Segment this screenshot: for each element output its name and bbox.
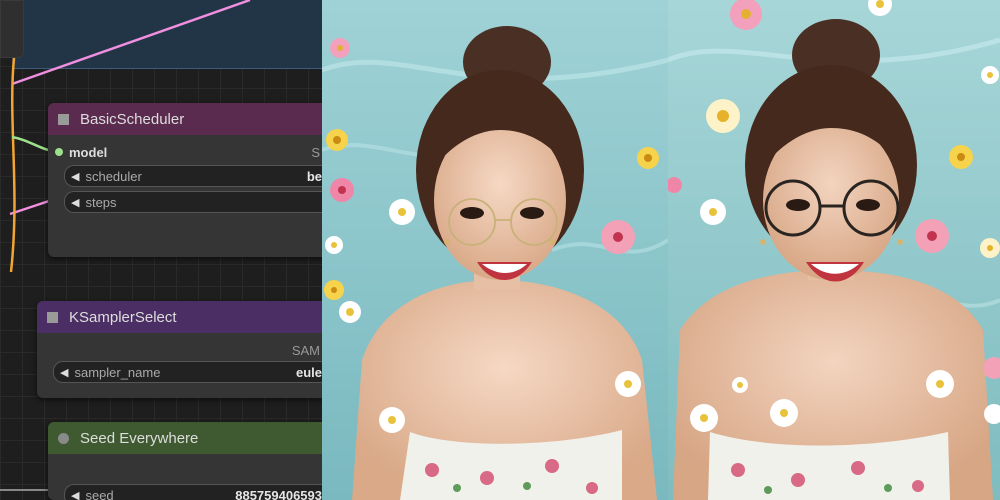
basic-scheduler-header[interactable]: BasicScheduler xyxy=(48,103,322,135)
node-title: BasicScheduler xyxy=(80,110,185,128)
arrow-left-icon[interactable]: ◀ xyxy=(71,170,79,183)
seed-widget[interactable]: ◀ seed 885759406593 xyxy=(64,484,322,500)
model-input-slot[interactable]: model S xyxy=(48,141,322,163)
girl-round-glasses-pool-photo xyxy=(668,0,1000,500)
scheduler-widget[interactable]: ◀ scheduler be xyxy=(64,165,322,187)
widget-label: scheduler xyxy=(85,168,142,184)
widget-label: sampler_name xyxy=(74,364,161,380)
node-canvas[interactable]: BasicScheduler model S ◀ scheduler be ◀ … xyxy=(0,0,322,500)
arrow-left-icon[interactable]: ◀ xyxy=(71,196,79,209)
widget-value: 885759406593 xyxy=(235,487,322,500)
ksampler-select-node[interactable]: KSamplerSelect SAM ◀ sampler_name eule xyxy=(37,301,322,398)
link-pink-top xyxy=(11,0,251,86)
node-title: KSamplerSelect xyxy=(69,308,177,326)
collapse-square-icon[interactable] xyxy=(58,113,69,125)
slot-label: model xyxy=(69,144,108,160)
sampler-name-widget[interactable]: ◀ sampler_name eule xyxy=(53,361,322,383)
widget-value: eule xyxy=(295,364,322,380)
arrow-left-icon[interactable]: ◀ xyxy=(60,366,68,379)
seed-everywhere-node[interactable]: Seed Everywhere ◀ seed 885759406593 xyxy=(48,422,322,500)
node-title: Seed Everywhere xyxy=(80,429,199,447)
widget-label: seed xyxy=(85,487,114,500)
arrow-left-icon[interactable]: ◀ xyxy=(71,489,79,500)
widget-value: be xyxy=(306,168,322,184)
seed-everywhere-header[interactable]: Seed Everywhere xyxy=(48,422,322,454)
basic-scheduler-node[interactable]: BasicScheduler model S ◀ scheduler be ◀ … xyxy=(48,103,322,257)
link-pink-steps xyxy=(9,198,53,216)
output-slot-label[interactable]: S xyxy=(311,145,320,160)
output-slot-label[interactable]: SAM xyxy=(292,343,320,358)
sampler-output-slot[interactable]: SAM xyxy=(37,339,322,361)
collapse-square-icon[interactable] xyxy=(47,311,58,323)
steps-widget[interactable]: ◀ steps xyxy=(64,191,322,213)
link-orange xyxy=(9,57,16,273)
ksampler-select-header[interactable]: KSamplerSelect xyxy=(37,301,322,333)
collapse-circle-icon[interactable] xyxy=(58,432,69,444)
girl-no-glasses-pool-photo xyxy=(322,0,668,500)
input-dot-icon[interactable] xyxy=(55,148,63,156)
widget-label: steps xyxy=(85,194,117,210)
